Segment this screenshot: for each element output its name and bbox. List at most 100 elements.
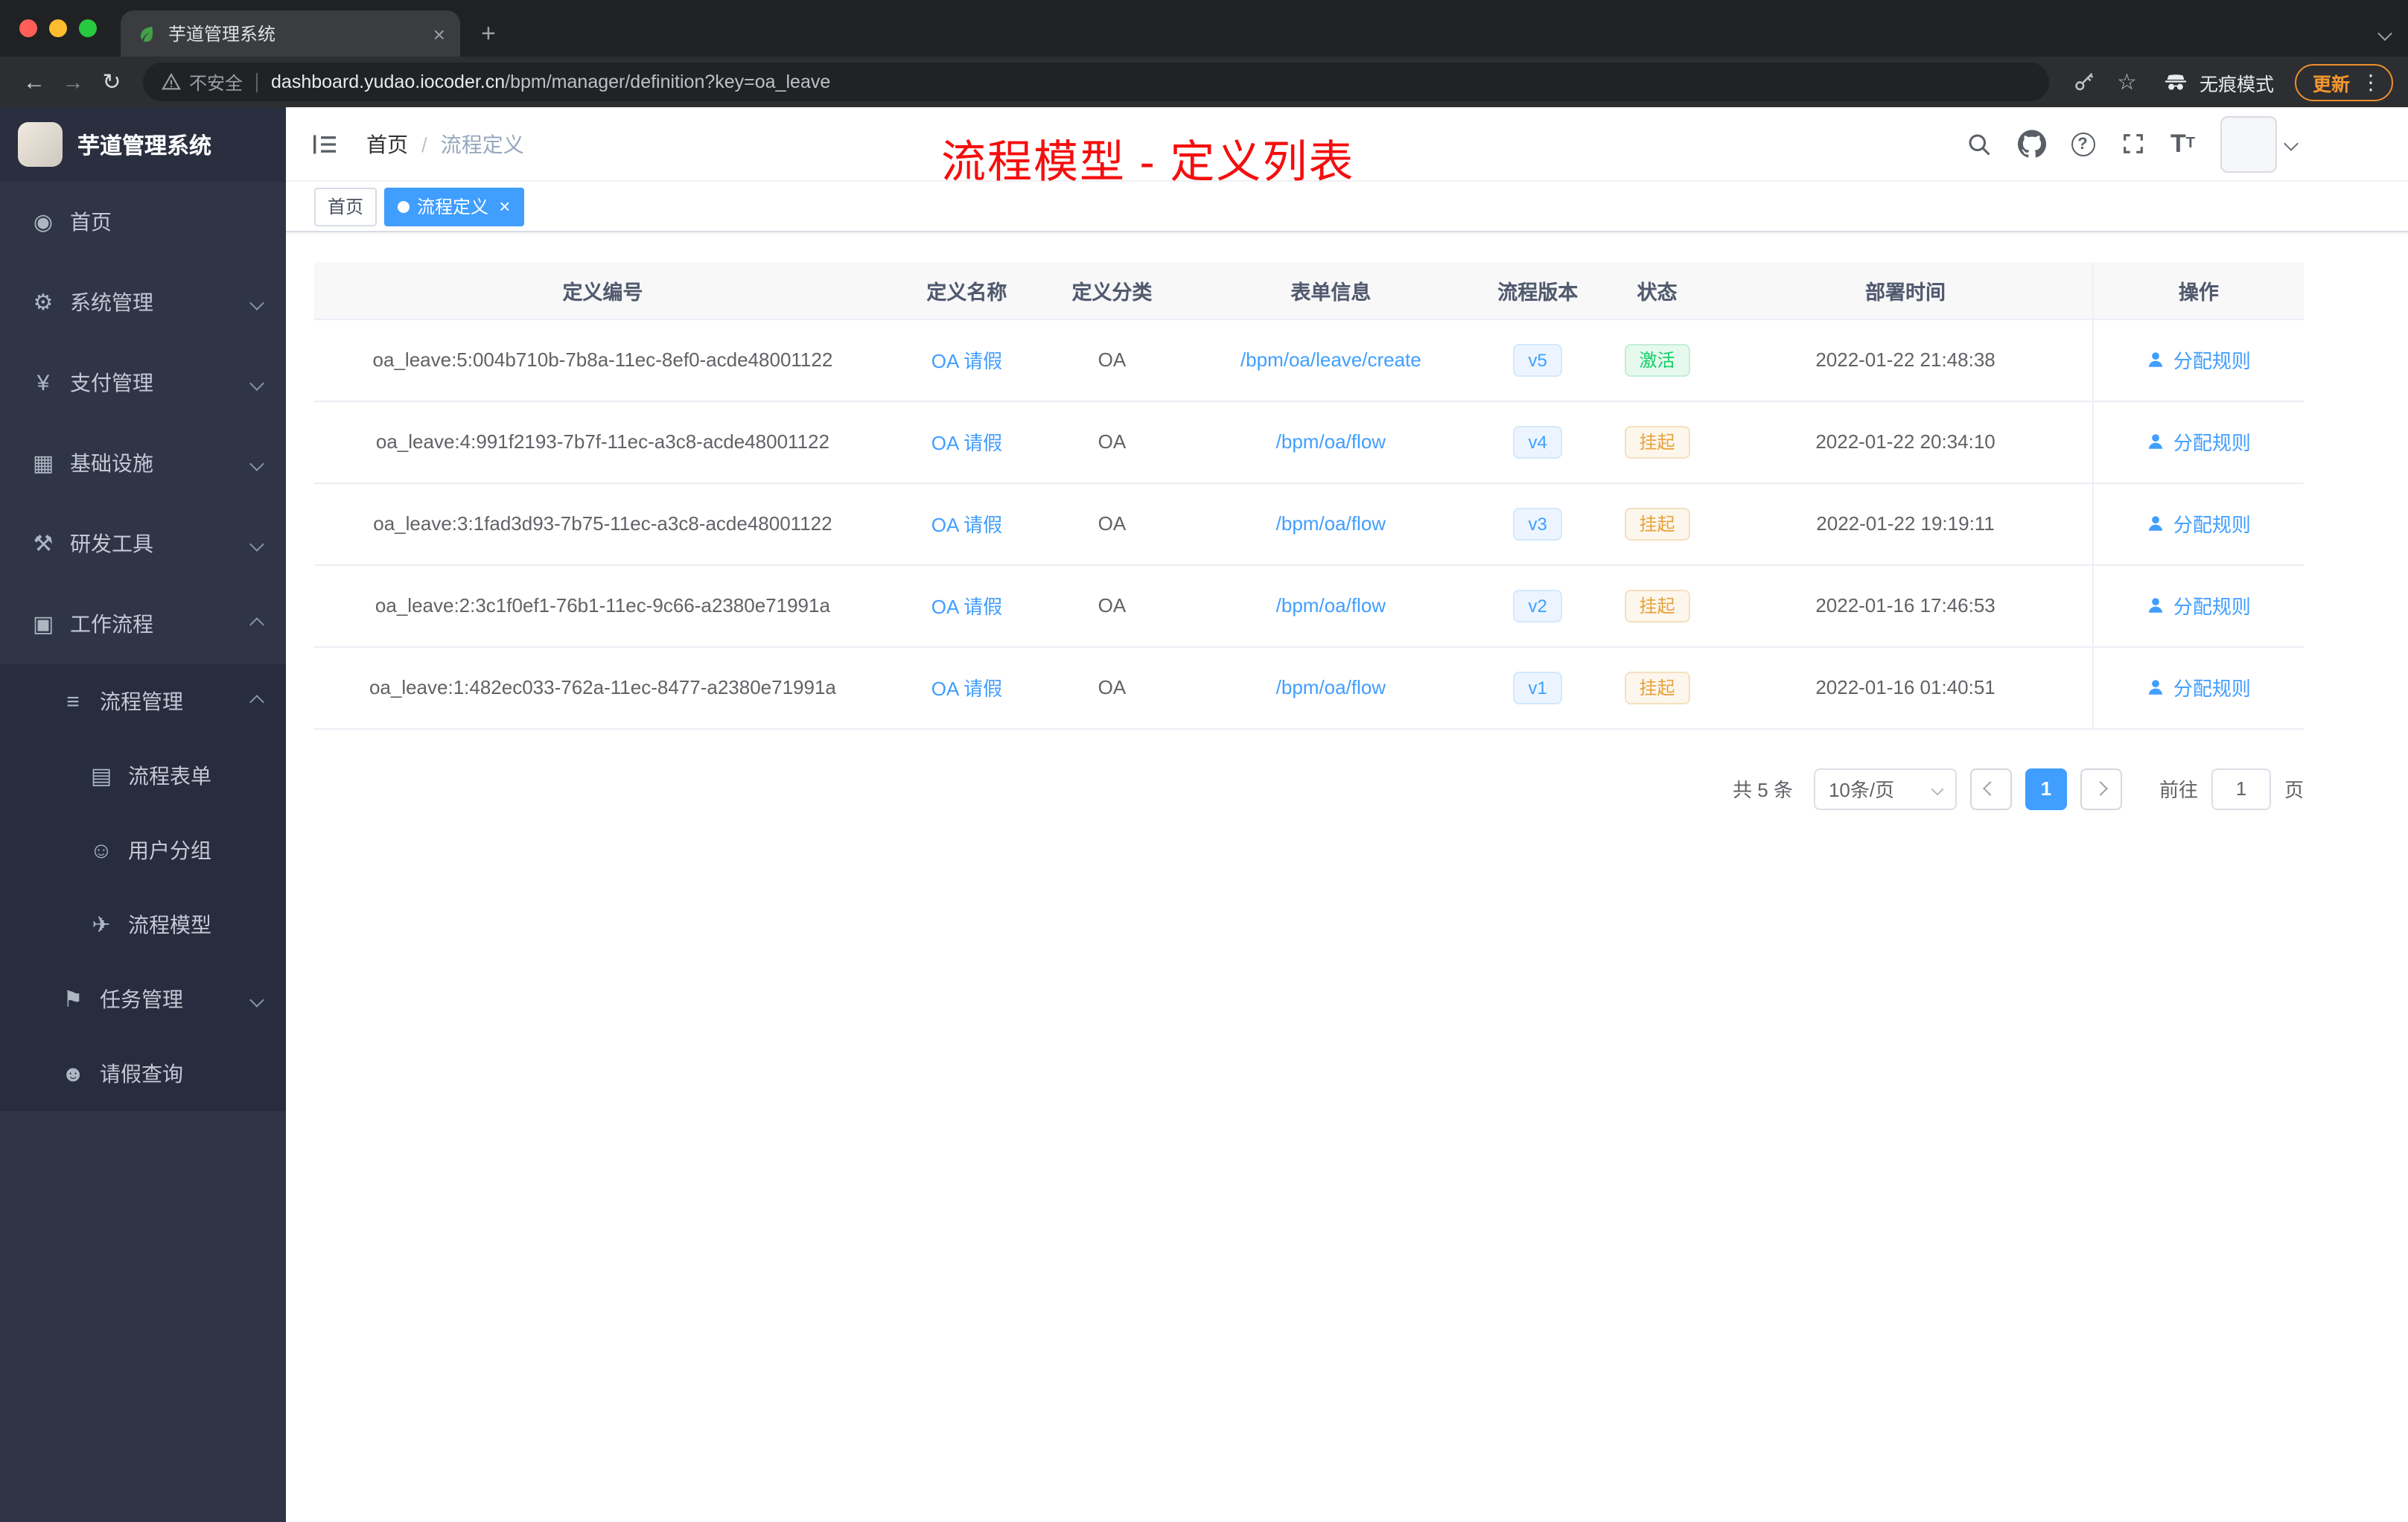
forward-button[interactable]: → xyxy=(54,69,92,95)
window-close-button[interactable] xyxy=(19,19,37,37)
form-info-link[interactable]: /bpm/oa/flow xyxy=(1276,430,1386,453)
sidebar-item-task-management[interactable]: ⚑ 任务管理 xyxy=(0,962,286,1037)
assign-rule-link[interactable]: 分配规则 xyxy=(2147,346,2251,374)
definition-name-link[interactable]: OA 请假 xyxy=(931,678,1002,700)
sidebar-item-process-model[interactable]: ✈ 流程模型 xyxy=(0,888,286,962)
fullscreen-icon[interactable] xyxy=(2120,131,2145,156)
tag-首页[interactable]: 首页 xyxy=(314,187,378,226)
definition-id-cell: oa_leave:4:991f2193-7b7f-11ec-a3c8-acde4… xyxy=(314,401,891,483)
action-cell: 分配规则 xyxy=(2092,319,2304,401)
definition-name-link[interactable]: OA 请假 xyxy=(931,350,1002,372)
status-tag: 挂起 xyxy=(1624,589,1690,622)
sidebar-item-label: 基础设施 xyxy=(70,451,153,475)
user-icon xyxy=(2147,678,2166,697)
user-icon xyxy=(2147,350,2166,369)
reload-button[interactable]: ↻ xyxy=(92,69,131,95)
sidebar-item-leave-query[interactable]: ☻ 请假查询 xyxy=(0,1037,286,1111)
assign-rule-link[interactable]: 分配规则 xyxy=(2147,509,2251,538)
avatar[interactable] xyxy=(2220,115,2277,172)
address-bar[interactable]: 不安全 dashboard.yudao.iocoder.cn /bpm/mana… xyxy=(143,63,2049,101)
app-logo[interactable]: 芋道管理系统 xyxy=(0,107,286,182)
incognito-badge: 无痕模式 xyxy=(2162,68,2274,96)
goto-label: 前往 xyxy=(2159,779,2198,801)
definition-id-cell: oa_leave:5:004b710b-7b8a-11ec-8ef0-acde4… xyxy=(314,319,891,401)
new-tab-button[interactable]: + xyxy=(481,21,496,46)
status-cell: 激活 xyxy=(1595,319,1719,401)
window-controls xyxy=(0,0,121,57)
definition-name-cell: OA 请假 xyxy=(891,483,1042,565)
browser-menu-dots-icon[interactable]: ⋮ xyxy=(2360,69,2381,95)
sidebar-item-workflow[interactable]: ▣ 工作流程 xyxy=(0,584,286,664)
form-info-link[interactable]: /bpm/oa/flow xyxy=(1276,594,1386,617)
tag-流程定义[interactable]: 流程定义 × xyxy=(384,187,524,226)
definition-name-link[interactable]: OA 请假 xyxy=(931,432,1002,454)
sidebar-item-infrastructure[interactable]: ▦ 基础设施 xyxy=(0,423,286,503)
sidebar-menu: ◉ 首页 ⚙ 系统管理 ¥ 支付管理 ▦ 基础设施 ⚒ 研发工具 ▣ 工作流程 ≡ 流程管理 ▤ 流程表单 ☺ 用… xyxy=(0,182,286,1111)
update-button[interactable]: 更新 ⋮ xyxy=(2294,63,2393,101)
form-info-link[interactable]: /bpm/oa/flow xyxy=(1276,512,1386,535)
column-header: 定义名称 xyxy=(891,262,1042,319)
status-tag: 激活 xyxy=(1624,343,1690,376)
sidebar-item-process-form[interactable]: ▤ 流程表单 xyxy=(0,739,286,813)
sidebar-item-user-group[interactable]: ☺ 用户分组 xyxy=(0,813,286,888)
sidebar-item-devtools[interactable]: ⚒ 研发工具 xyxy=(0,503,286,584)
breadcrumb-separator: / xyxy=(421,132,427,156)
window-minimize-button[interactable] xyxy=(49,19,67,37)
column-header: 定义分类 xyxy=(1042,262,1182,319)
deploy-time-cell: 2022-01-22 21:48:38 xyxy=(1719,319,2093,401)
breadcrumb-home[interactable]: 首页 xyxy=(366,129,408,159)
user-icon xyxy=(2147,432,2166,451)
security-warning-icon[interactable] xyxy=(161,71,182,92)
back-button[interactable]: ← xyxy=(15,69,54,95)
password-key-icon[interactable] xyxy=(2071,69,2096,95)
window-zoom-button[interactable] xyxy=(79,19,97,37)
page-unit-label: 页 xyxy=(2284,779,2304,801)
font-size-icon[interactable]: TT xyxy=(2170,131,2195,156)
sidebar-item-label: 系统管理 xyxy=(70,290,153,314)
version-cell: v1 xyxy=(1479,646,1596,729)
assign-rule-link[interactable]: 分配规则 xyxy=(2147,591,2251,620)
app-window: 芋道管理系统 ◉ 首页 ⚙ 系统管理 ¥ 支付管理 ▦ 基础设施 ⚒ 研发工具 ▣ 工作流程 ≡ 流程管理… xyxy=(0,107,2408,1522)
form-info-link[interactable]: /bpm/oa/flow xyxy=(1276,676,1386,698)
chevron-up-icon xyxy=(249,617,264,631)
assign-rule-label: 分配规则 xyxy=(2173,514,2251,536)
definition-name-link[interactable]: OA 请假 xyxy=(931,596,1002,618)
sidebar-collapse-button[interactable] xyxy=(310,127,343,160)
github-icon[interactable] xyxy=(2017,130,2045,158)
table-body: oa_leave:5:004b710b-7b8a-11ec-8ef0-acde4… xyxy=(314,319,2304,729)
column-header: 部署时间 xyxy=(1719,262,2093,319)
chevron-down-icon xyxy=(249,295,264,310)
assign-rule-link[interactable]: 分配规则 xyxy=(2147,427,2251,456)
category-cell: OA xyxy=(1042,319,1182,401)
page-content: 定义编号 定义名称 定义分类 表单信息 流程版本 状态 部署时间 操作 oa_leave:5:… xyxy=(286,232,2408,809)
version-tag: v1 xyxy=(1513,671,1562,704)
chevron-left-icon xyxy=(1984,781,1998,796)
user-menu[interactable] xyxy=(2220,115,2299,172)
sidebar-item-process-management[interactable]: ≡ 流程管理 xyxy=(0,664,286,739)
search-icon[interactable] xyxy=(1965,130,1992,157)
sidebar-item-payment[interactable]: ¥ 支付管理 xyxy=(0,343,286,423)
tab-search-chevron-icon[interactable] xyxy=(2377,26,2392,41)
bookmark-star-icon[interactable]: ☆ xyxy=(2117,69,2137,95)
action-cell: 分配规则 xyxy=(2092,401,2304,483)
help-icon[interactable]: ? xyxy=(2071,132,2095,156)
tab-close-icon[interactable]: × xyxy=(433,22,445,45)
sidebar-item-home[interactable]: ◉ 首页 xyxy=(0,182,286,262)
browser-tab[interactable]: 芋道管理系统 × xyxy=(121,10,460,57)
table-row: oa_leave:2:3c1f0ef1-76b1-11ec-9c66-a2380… xyxy=(314,564,2304,647)
update-label: 更新 xyxy=(2312,74,2350,95)
assign-rule-label: 分配规则 xyxy=(2173,596,2251,618)
page-size-select[interactable]: 10条/页 xyxy=(1813,768,1957,809)
chevron-down-icon xyxy=(2284,136,2299,151)
prev-page-button[interactable] xyxy=(1969,768,2012,809)
definition-name-link[interactable]: OA 请假 xyxy=(931,514,1002,536)
next-page-button[interactable] xyxy=(2080,768,2122,809)
user-icon xyxy=(2147,596,2166,615)
page-number-button[interactable]: 1 xyxy=(2025,768,2067,809)
sidebar-item-system[interactable]: ⚙ 系统管理 xyxy=(0,262,286,343)
goto-page-input[interactable] xyxy=(2211,768,2271,809)
form-info-link[interactable]: /bpm/oa/leave/create xyxy=(1240,348,1421,371)
tag-close-icon[interactable]: × xyxy=(499,197,510,216)
assign-rule-link[interactable]: 分配规则 xyxy=(2147,673,2251,701)
table-row: oa_leave:4:991f2193-7b7f-11ec-a3c8-acde4… xyxy=(314,401,2304,483)
